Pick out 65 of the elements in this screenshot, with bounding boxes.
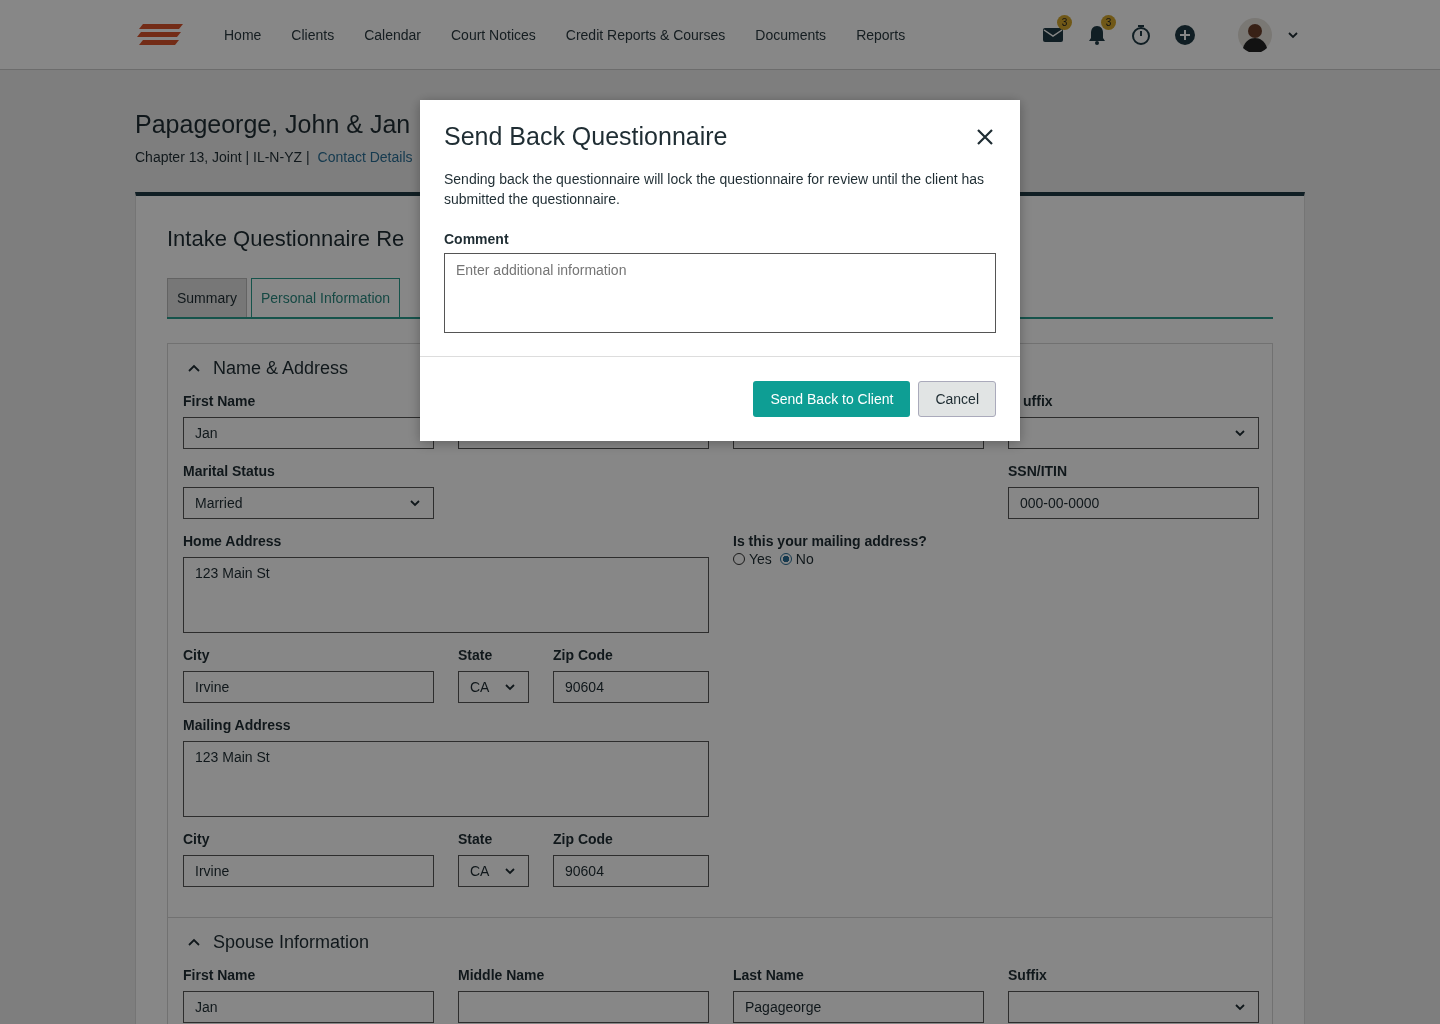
nav-link[interactable]: Calendar (349, 26, 436, 43)
field-label: First Name (183, 393, 257, 411)
radio-button[interactable] (779, 553, 792, 565)
tab[interactable]: Summary (167, 278, 247, 317)
field-label: City (183, 831, 211, 849)
contact-details-link[interactable]: Contact Details (317, 149, 413, 165)
radio-label: No (795, 551, 814, 567)
notification-badge: 3 (1057, 14, 1072, 30)
bell-icon[interactable] (1086, 23, 1108, 46)
nav-link[interactable]: Documents (740, 26, 842, 43)
input-field[interactable]: Jan (183, 991, 434, 1023)
nav-link[interactable]: Home (209, 26, 277, 43)
field-label: Home Address (183, 533, 283, 551)
avatar-icon[interactable] (1238, 17, 1272, 52)
field-label: SSN/ITIN (1008, 463, 1069, 481)
field-label: Comment (444, 231, 510, 247)
field-label: Marital Status (183, 463, 276, 481)
field-label: Last Name (733, 967, 805, 985)
textarea-field[interactable]: 123 Main St (183, 557, 709, 633)
comment-field[interactable]: Enter additional information (444, 253, 996, 333)
close-icon (976, 127, 994, 146)
notification-badge: 3 (1101, 14, 1116, 30)
select-field[interactable] (1008, 417, 1259, 449)
input-field[interactable]: 90604 (553, 671, 709, 703)
input-field[interactable]: Pagageorge (733, 991, 984, 1023)
field-label: Middle Name (458, 967, 546, 985)
input-field[interactable] (458, 991, 709, 1023)
nav-link[interactable]: Court Notices (436, 26, 551, 43)
send-back-button[interactable]: Send Back to Client (753, 381, 911, 417)
input-field[interactable]: Irvine (183, 855, 434, 887)
section-title: Spouse Information (213, 932, 370, 953)
logo-icon (137, 24, 183, 45)
textarea-field[interactable]: 123 Main St (183, 741, 709, 817)
input-field[interactable]: 90604 (553, 855, 709, 887)
field-label: uffix (1022, 393, 1054, 411)
case-details: Chapter 13, Joint | IL-N-YZ | (135, 149, 310, 165)
input-field[interactable]: Jan (183, 417, 434, 449)
nav-link[interactable]: Credit Reports & Courses (550, 26, 741, 43)
radio-label: Yes (749, 551, 772, 567)
select-field[interactable]: CA (458, 855, 529, 887)
page-title: Intake Questionnaire Re (167, 225, 405, 253)
field-label: First Name (183, 967, 257, 985)
select-field[interactable]: CA (458, 671, 529, 703)
field-label: Is this your mailing address? (733, 533, 928, 551)
select-field[interactable]: Married (183, 487, 434, 519)
input-field[interactable]: 000-00-0000 (1008, 487, 1259, 519)
nav-link[interactable]: Reports (841, 26, 921, 43)
field-label: Mailing Address (183, 717, 292, 735)
field-label: Zip Code (553, 831, 614, 849)
client-name: Papageorge, John & Jan (135, 110, 411, 139)
add-icon[interactable] (1174, 23, 1196, 46)
tab[interactable]: Personal Information (250, 278, 401, 317)
section-title: Name & Address (213, 358, 349, 379)
field-label: City (183, 647, 211, 665)
timer-icon[interactable] (1130, 23, 1152, 46)
dialog-title: Send Back Questionnaire (444, 122, 728, 151)
dialog-message: Sending back the questionnaire will lock the questionnaire for review until the client has submitted the questionnaire. (444, 170, 986, 209)
select-field[interactable] (1008, 991, 1259, 1023)
input-field[interactable]: Irvine (183, 671, 434, 703)
field-label: State (458, 647, 494, 665)
field-label: Suffix (1008, 967, 1048, 985)
field-label: Zip Code (553, 647, 614, 665)
field-label: State (458, 831, 494, 849)
nav-link[interactable]: Clients (276, 26, 350, 43)
cancel-button[interactable]: Cancel (918, 381, 996, 417)
